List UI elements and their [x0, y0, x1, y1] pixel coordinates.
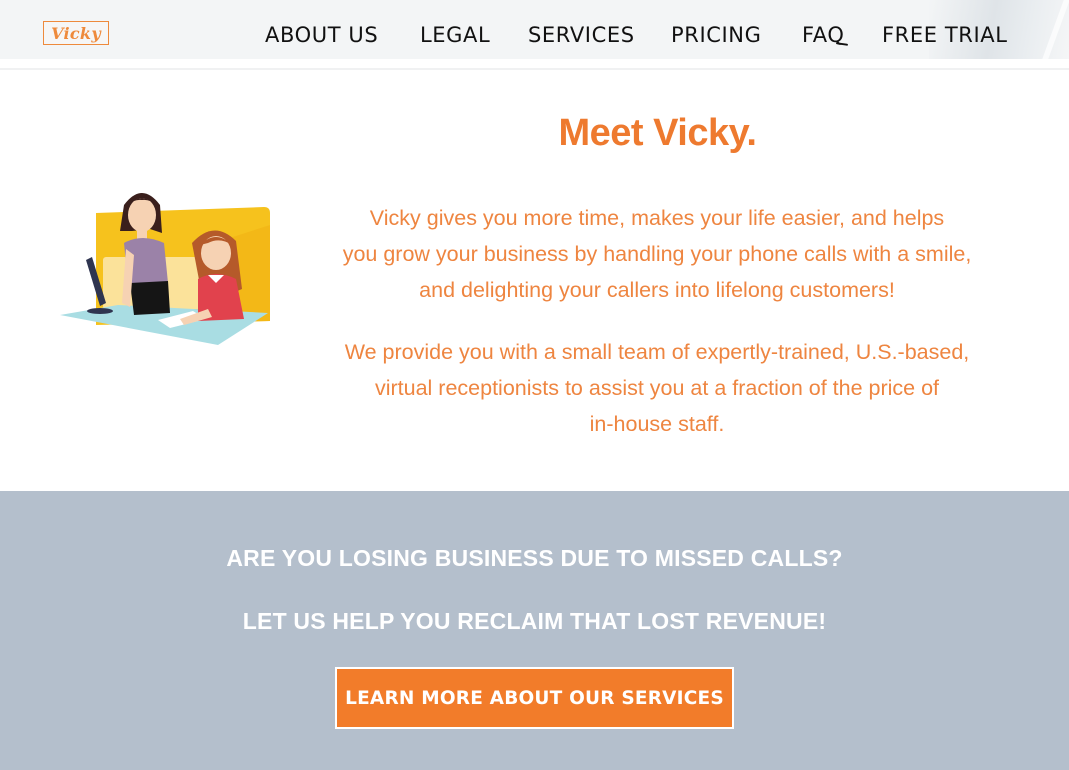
illustration-monitor-stand	[87, 308, 113, 314]
intro-p1-line: and delighting your callers into lifelon…	[419, 278, 895, 302]
intro-paragraph-2: We provide you with a small team of expe…	[316, 334, 998, 442]
vicky-logo[interactable]: Vicky	[43, 21, 109, 45]
woman1-skirt	[130, 281, 170, 315]
nav-free-trial[interactable]: FREE TRIAL	[882, 21, 1008, 49]
nav-legal[interactable]: LEGAL	[420, 21, 490, 49]
nav-faq[interactable]: FAQ	[802, 21, 844, 49]
nav-pricing[interactable]: PRICING	[671, 21, 762, 49]
nav-services[interactable]: SERVICES	[528, 21, 635, 49]
header-divider	[0, 68, 1069, 70]
intro-paragraph-1: Vicky gives you more time, makes your li…	[316, 200, 998, 308]
intro-p1-line: Vicky gives you more time, makes your li…	[369, 206, 945, 230]
page-title: Meet Vicky.	[558, 112, 758, 154]
intro-p1-line: you grow your business by handling your …	[342, 242, 972, 266]
learn-more-services-button[interactable]: LEARN MORE ABOUT OUR SERVICES	[335, 667, 734, 729]
receptionists-illustration	[60, 193, 270, 345]
intro-p2-line: virtual receptionists to assist you at a…	[374, 376, 940, 400]
cta-band: ARE YOU LOSING BUSINESS DUE TO MISSED CA…	[0, 491, 1069, 770]
site-header: Vicky ABOUT US LEGAL SERVICES PRICING FA…	[0, 0, 1069, 59]
woman1-face	[128, 198, 156, 232]
intro-p2-line: We provide you with a small team of expe…	[344, 340, 970, 364]
cta-statement: LET US HELP YOU RECLAIM THAT LOST REVENU…	[242, 608, 827, 634]
nav-about-us[interactable]: ABOUT US	[265, 21, 378, 49]
intro-p2-line: in-house staff.	[589, 412, 725, 436]
cta-question: ARE YOU LOSING BUSINESS DUE TO MISSED CA…	[226, 545, 843, 571]
